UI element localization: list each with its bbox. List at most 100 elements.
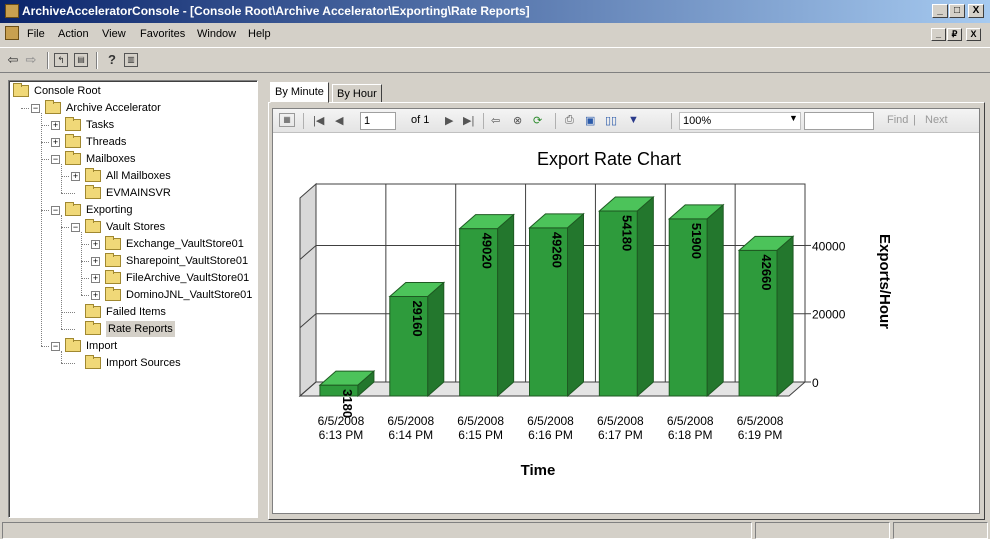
tree-node[interactable]: + Threads [9,134,255,150]
tree-node-label: FileArchive_VaultStore01 [126,272,250,284]
folder-icon [45,100,61,114]
menu-file[interactable]: File [27,28,45,40]
collapse-icon[interactable]: − [51,155,60,164]
find-separator: | [913,114,916,126]
tree-node[interactable]: + Tasks [9,117,255,133]
chart-x-tick-label: 6:17 PM [598,428,643,442]
menu-favorites[interactable]: Favorites [140,28,185,40]
zoom-select[interactable]: 100% [679,112,801,130]
tree-node[interactable]: Import Sources [9,355,255,371]
document-map-icon[interactable]: ▦ [279,113,295,127]
back-icon[interactable]: ⇦ [491,114,500,127]
tree-node[interactable]: Console Root [9,83,255,99]
collapse-icon[interactable]: − [31,104,40,113]
back-arrow-icon[interactable]: ⇦ [5,52,21,68]
tab-by-hour[interactable]: By Hour [332,84,382,104]
tree-node[interactable]: EVMAINSVR [9,185,255,201]
tree-node-label: EVMAINSVR [106,187,171,199]
chart-x-tick-label: 6/5/2008 [318,414,365,428]
menu-help[interactable]: Help [248,28,271,40]
tree-node[interactable]: − Import [9,338,255,354]
console-tree[interactable]: Console Root − Archive Accelerator + Tasks + T… [8,80,258,518]
tree-node[interactable]: + Exchange_VaultStore01 [9,236,255,252]
tree-node[interactable]: − Archive Accelerator [9,100,255,116]
toolbar-separator [96,52,98,69]
folder-icon [85,355,101,369]
tree-node[interactable]: − Exporting [9,202,255,218]
menu-view[interactable]: View [102,28,126,40]
find-input[interactable] [804,112,874,130]
last-page-icon[interactable]: ▶| [463,114,474,127]
print-icon[interactable]: ⎙ [565,114,574,127]
expand-icon[interactable]: + [91,257,100,266]
folder-icon [105,270,121,284]
next-page-icon[interactable]: ▶ [445,114,453,127]
mdi-minimize-button[interactable]: _ [931,28,946,41]
up-folder-icon[interactable]: ↰ [54,53,68,67]
mdi-restore-button[interactable]: ₽ [947,28,962,41]
first-page-icon[interactable]: |◀ [313,114,324,127]
help-icon[interactable]: ? [104,52,120,68]
chart-x-tick-label: 6:15 PM [458,428,503,442]
mdi-close-button[interactable]: X [966,28,981,41]
tree-connector [61,164,62,193]
previous-page-icon[interactable]: ◀ [335,114,343,127]
expand-icon[interactable]: + [51,121,60,130]
expand-icon[interactable]: + [91,240,100,249]
tree-connector [61,351,62,363]
menu-window[interactable]: Window [197,28,236,40]
chart-y-tick-label: 40000 [812,239,846,253]
tree-node[interactable]: − Mailboxes [9,151,255,167]
tree-node[interactable]: + Sharepoint_VaultStore01 [9,253,255,269]
expand-icon[interactable]: + [51,138,60,147]
refresh-icon[interactable]: ⟳ [533,114,542,127]
tree-node-label: Exporting [86,204,133,216]
chart-data-label: 54180 [619,215,634,251]
expand-icon[interactable]: + [91,274,100,283]
tree-node[interactable]: + All Mailboxes [9,168,255,184]
next-link[interactable]: Next [925,114,948,126]
title-bar[interactable]: ArchiveAcceleratorConsole - [Console Roo… [0,0,990,23]
properties-icon[interactable]: ▥ [124,53,138,67]
tree-node[interactable]: − Vault Stores [9,219,255,235]
expand-icon[interactable]: + [91,291,100,300]
find-link[interactable]: Find [887,114,908,126]
chart-data-label: 49020 [480,233,495,269]
print-layout-icon[interactable]: ▣ [585,114,595,127]
tree-node-label: Sharepoint_VaultStore01 [126,255,249,267]
chart-y-axis-title: Exports/Hour [876,234,893,329]
collapse-icon[interactable]: − [51,206,60,215]
chart-bar: 54180 [598,195,655,398]
tree-node[interactable]: Failed Items [9,304,255,320]
minimize-button[interactable]: _ [932,4,948,18]
chart-x-tick-label: 6/5/2008 [387,414,434,428]
stop-icon[interactable]: ⊗ [513,114,522,127]
chart-bar-side [776,235,794,398]
close-button[interactable]: X [968,4,984,18]
forward-arrow-icon[interactable]: ⇨ [23,52,39,68]
app-icon[interactable] [5,4,19,18]
report-toolbar-separator [303,113,304,129]
export-save-icon[interactable]: ▼ [628,114,639,126]
page-setup-icon[interactable]: ▯▯ [605,114,617,127]
maximize-button[interactable]: □ [949,4,965,18]
tree-connector [61,363,75,364]
tree-node-label: Console Root [34,85,101,97]
chevron-down-icon[interactable]: ▼ [789,113,798,123]
mmc-doc-icon[interactable] [5,26,19,40]
tree-connector [41,142,49,143]
menu-action[interactable]: Action [58,28,89,40]
tree-node[interactable]: + FileArchive_VaultStore01 [9,270,255,286]
tree-node[interactable]: Rate Reports [9,321,255,337]
tab-by-minute[interactable]: By Minute [270,82,329,103]
folder-icon [85,321,101,335]
toolbar-separator [47,52,49,69]
page-number-input[interactable]: 1 [360,112,396,130]
tree-node-label: Failed Items [106,306,166,318]
tree-node[interactable]: + DominoJNL_VaultStore01 [9,287,255,303]
collapse-icon[interactable]: − [71,223,80,232]
expand-icon[interactable]: + [71,172,80,181]
show-hide-tree-icon[interactable]: ▤ [74,53,88,67]
chart-y-tick-label: 0 [812,376,819,390]
collapse-icon[interactable]: − [51,342,60,351]
